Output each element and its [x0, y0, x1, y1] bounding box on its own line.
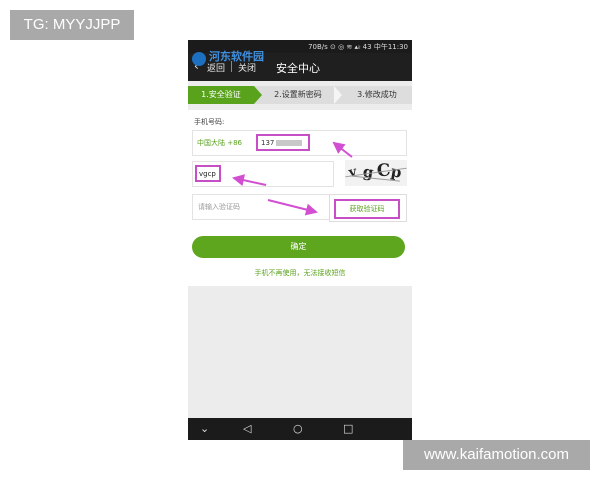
- step-arrow: [254, 86, 262, 104]
- progress-steps: 1.安全验证 2.设置新密码 3.修改成功: [188, 86, 412, 104]
- phone-unavailable-link[interactable]: 手机不再使用，无法接收短信: [188, 268, 412, 278]
- step-security-verify: 1.安全验证: [188, 86, 254, 104]
- confirm-button[interactable]: 确定: [192, 236, 405, 258]
- site-logo: 河东软件园: [190, 48, 278, 74]
- chevron-down-icon[interactable]: ⌄: [200, 422, 209, 436]
- recents-square-icon[interactable]: □: [343, 422, 353, 436]
- verify-form: 手机号码: 中国大陆 +86 137 vgcp v g C p 请输入验证码 获…: [188, 110, 412, 286]
- logo-icon: [192, 52, 206, 66]
- phone-number-input[interactable]: 137: [256, 134, 310, 151]
- get-code-button[interactable]: 获取验证码: [334, 199, 400, 219]
- home-circle-icon[interactable]: ○: [293, 422, 303, 436]
- step-change-success: 3.修改成功: [357, 90, 397, 99]
- get-code-container: 获取验证码: [329, 194, 407, 222]
- phone-number-masked: [276, 140, 303, 146]
- status-bar-text: 70B/s ⊙ ◎ ≋ ▴ᵢₗ 43 中午11:30: [308, 43, 408, 51]
- step-set-new-password: 2.设置新密码: [274, 90, 322, 99]
- phone-number-prefix: 137: [261, 139, 275, 147]
- page-title: 安全中心: [276, 62, 320, 75]
- logo-text: 河东软件园: [209, 50, 264, 63]
- app-header: ‹ 返回 关闭 安全中心 河东软件园: [188, 50, 412, 81]
- captcha-char: v: [347, 164, 359, 181]
- captcha-image[interactable]: v g C p: [345, 160, 407, 186]
- captcha-row: vgcp: [192, 161, 334, 187]
- back-triangle-icon[interactable]: ◁: [243, 422, 251, 436]
- watermark-bottom-right: www.kaifamotion.com: [403, 440, 590, 470]
- captcha-input[interactable]: vgcp: [195, 165, 221, 182]
- sms-code-input[interactable]: 请输入验证码: [198, 202, 240, 212]
- watermark-top-left: TG: MYYJJPP: [10, 10, 134, 40]
- android-nav-bar: ⌄ ◁ ○ □: [188, 418, 412, 440]
- region-selector[interactable]: 中国大陆 +86: [197, 138, 242, 148]
- sms-code-row: 请输入验证码: [192, 194, 330, 220]
- phone-screen: 70B/s ⊙ ◎ ≋ ▴ᵢₗ 43 中午11:30 ‹ 返回 关闭 安全中心 …: [188, 40, 412, 440]
- step-arrow: [334, 86, 342, 104]
- phone-number-label: 手机号码:: [194, 118, 225, 126]
- phone-number-row: 中国大陆 +86 137: [192, 130, 407, 156]
